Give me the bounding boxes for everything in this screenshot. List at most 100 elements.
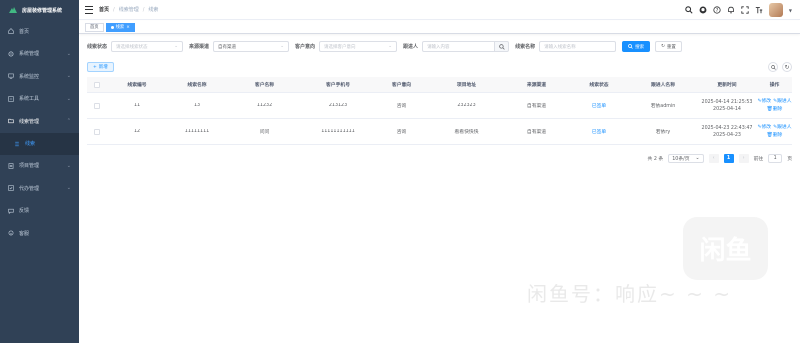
search-icon[interactable] <box>685 6 693 14</box>
updated-time: 2025-04-14 21:25:53 2025-04-14 <box>701 99 753 112</box>
sidebar-item-label: 线索 <box>25 141 36 147</box>
sidebar-item-project-management[interactable]: 项目管理 ⌄ <box>0 155 79 178</box>
list-icon <box>15 141 19 146</box>
hamburger-icon[interactable] <box>85 5 93 14</box>
pagination-total: 共 2 条 <box>647 157 664 162</box>
next-page-button[interactable]: › <box>738 154 749 163</box>
sidebar-item-system-management[interactable]: 系统管理 ⌄ <box>0 43 79 66</box>
follower-name: 若依ry <box>655 130 671 135</box>
delete-button[interactable]: 🗑删除 <box>767 106 783 114</box>
pagination: 共 2 条 10条/页 ⌄ ‹ 1 › 前往 1 页 <box>648 154 792 163</box>
tag-leads[interactable]: 线索 × <box>105 22 135 32</box>
follower-input[interactable]: 请输入内容 <box>422 41 496 52</box>
table-header: 线索编号 线索名称 客户名称 客户手机号 客户意向 项目地址 来源渠道 线索状态… <box>87 77 792 93</box>
follower-name: 若依admin <box>650 104 676 109</box>
row-actions: ✎修改 ✎跟进人 🗑删除 <box>757 98 792 114</box>
customer-phone: 213123 <box>328 103 348 108</box>
close-icon[interactable]: × <box>126 24 130 31</box>
submenu-lead: 线索 <box>0 132 79 155</box>
page-jump-input[interactable]: 1 <box>768 154 783 163</box>
sidebar-item-leads[interactable]: 线索 <box>0 132 79 155</box>
follower-search-button[interactable] <box>495 41 510 52</box>
sidebar-item-system-monitor[interactable]: 系统监控 ⌄ <box>0 65 79 88</box>
fullscreen-icon[interactable] <box>741 6 749 14</box>
bell-icon[interactable] <box>727 6 735 14</box>
lead-name: 13 <box>193 103 201 108</box>
sidebar-item-label: 项目管理 <box>19 163 40 170</box>
column-header: 线索状态 <box>589 83 609 88</box>
search-icon <box>628 44 633 49</box>
customer-name: 问问 <box>259 130 270 135</box>
lead-id: 12 <box>133 129 141 134</box>
row-checkbox[interactable] <box>87 102 107 109</box>
sidebar: 房屋装修管理系统 首页 系统管理 ⌄ 系统监控 ⌄ 系统工具 ⌄ 线索管理 ⌃ … <box>0 0 79 343</box>
column-header: 项目地址 <box>456 83 477 88</box>
refresh-button[interactable]: ↻ <box>782 62 792 72</box>
sidebar-item-label: 代办管理 <box>19 185 40 192</box>
breadcrumb-separator: / <box>113 6 115 13</box>
chevron-down-icon: ⌄ <box>280 44 285 49</box>
prev-page-button[interactable]: ‹ <box>708 154 719 163</box>
sidebar-item-label: 首页 <box>19 28 30 35</box>
home-icon <box>8 28 14 34</box>
github-icon[interactable] <box>699 6 707 14</box>
intent-select[interactable]: 请选择客户意向 ⌄ <box>319 41 398 52</box>
status-placeholder: 请选择线索状态 <box>116 44 148 50</box>
refresh-icon: ↻ <box>784 63 790 71</box>
app-logo[interactable]: 房屋装修管理系统 <box>0 0 79 20</box>
font-size-icon[interactable] <box>755 6 763 14</box>
breadcrumb-separator: / <box>142 6 145 13</box>
chevron-down-icon: ⌄ <box>66 185 71 192</box>
sidebar-item-label: 线索管理 <box>19 118 40 125</box>
sidebar-item-home[interactable]: 首页 <box>0 20 79 43</box>
sidebar-item-lead-management[interactable]: 线索管理 ⌃ <box>0 110 79 133</box>
navbar: 首页 / 线索管理 / 线索 ? ▼ <box>79 0 800 20</box>
add-button[interactable]: + 新增 <box>87 62 114 72</box>
page-number[interactable]: 1 <box>723 154 734 163</box>
page-size-select[interactable]: 10条/页 ⌄ <box>668 154 704 163</box>
status-select[interactable]: 请选择线索状态 ⌄ <box>111 41 184 52</box>
reset-button[interactable]: ↻ 重置 <box>655 41 682 52</box>
breadcrumb-home[interactable]: 首页 <box>99 6 109 13</box>
sidebar-item-todo-management[interactable]: 代办管理 ⌄ <box>0 177 79 200</box>
assign-follower-button[interactable]: ✎跟进人 <box>773 98 791 106</box>
table-row[interactable]: 12 11111111 问问 11111111111 咨询 看看快快快 自有渠道… <box>87 119 792 145</box>
delete-button[interactable]: 🗑删除 <box>767 132 783 140</box>
status-label: 线索状态 <box>87 44 108 50</box>
jump-suffix: 页 <box>787 157 792 162</box>
watermark-logo-text: 闲鱼 <box>699 236 752 266</box>
follower-search: 请输入内容 <box>422 41 510 52</box>
follower-placeholder: 请输入内容 <box>427 44 450 50</box>
logo-icon <box>9 7 17 13</box>
source-select[interactable]: 自有渠道 ⌄ <box>213 41 290 52</box>
toggle-search-button[interactable] <box>768 62 778 72</box>
search-form: 线索状态 请选择线索状态 ⌄ 来源渠道 自有渠道 ⌄ 客户意向 请选择客户意向 … <box>87 41 682 52</box>
source-value: 自有渠道 <box>218 44 237 50</box>
column-header: 来源渠道 <box>526 83 547 88</box>
name-input[interactable]: 请输入线索名称 <box>539 41 617 52</box>
search-button[interactable]: 搜索 <box>622 41 651 52</box>
question-icon[interactable]: ? <box>713 6 721 14</box>
chevron-down-icon: ⌄ <box>66 162 71 169</box>
caret-down-icon[interactable]: ▼ <box>789 8 792 13</box>
assign-follower-button[interactable]: ✎跟进人 <box>773 124 791 132</box>
feedback-icon <box>8 208 14 214</box>
folder-icon <box>8 119 14 124</box>
select-all-checkbox[interactable] <box>87 81 107 88</box>
tag-home[interactable]: 首页 <box>85 22 104 32</box>
edit-button[interactable]: ✎修改 <box>757 124 771 132</box>
table-row[interactable]: 11 13 11232 213123 咨询 232323 自有渠道 已签单 若依… <box>87 93 792 119</box>
row-checkbox[interactable] <box>87 128 107 135</box>
sidebar-item-system-tools[interactable]: 系统工具 ⌄ <box>0 88 79 111</box>
customer-name: 11232 <box>256 103 273 108</box>
sidebar-item-label: 客服 <box>19 230 30 237</box>
project-address: 232323 <box>457 103 476 108</box>
sidebar-item-feedback[interactable]: 反馈 <box>0 200 79 223</box>
avatar[interactable] <box>768 3 783 17</box>
updated-time: 2025-04-23 22:43:47 2025-04-23 <box>701 125 753 138</box>
name-label: 线索名称 <box>515 44 536 50</box>
edit-button[interactable]: ✎修改 <box>757 98 771 106</box>
status-badge: 已签单 <box>591 130 607 135</box>
follower-label: 跟进人 <box>403 44 419 50</box>
sidebar-item-customer-service[interactable]: 客服 <box>0 222 79 245</box>
